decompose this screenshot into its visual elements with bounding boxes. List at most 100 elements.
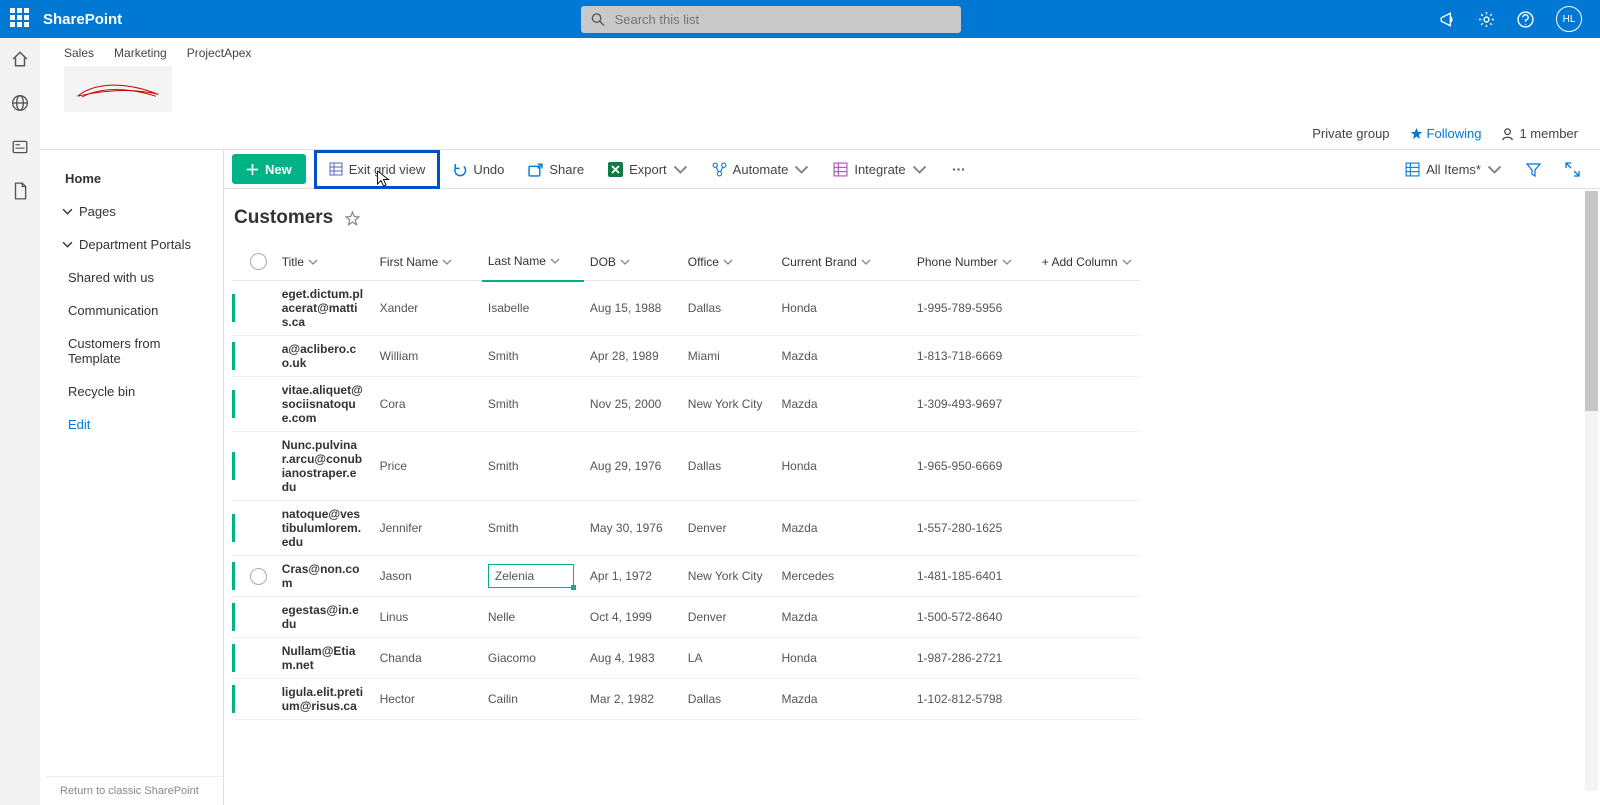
members-button[interactable]: 1 member: [1501, 126, 1578, 141]
cell-title[interactable]: Nullam@Etiam.net: [282, 644, 364, 672]
home-icon[interactable]: [11, 50, 29, 68]
cell-phone[interactable]: 1-557-280-1625: [911, 501, 1036, 556]
table-row[interactable]: eget.dictum.placerat@mattis.caXanderIsab…: [232, 281, 1140, 336]
gear-icon[interactable]: [1478, 11, 1495, 28]
cell-last[interactable]: Nelle: [482, 597, 584, 638]
cell-office[interactable]: Dallas: [682, 432, 776, 501]
cell-dob[interactable]: Apr 28, 1989: [584, 336, 682, 377]
nav-link[interactable]: Sales: [64, 46, 94, 60]
filter-button[interactable]: [1514, 150, 1553, 188]
cell-title[interactable]: vitae.aliquet@sociisnatoque.com: [282, 383, 364, 425]
cell-first[interactable]: Price: [374, 432, 482, 501]
nav-pages[interactable]: Pages: [46, 195, 223, 228]
cell-phone[interactable]: 1-309-493-9697: [911, 377, 1036, 432]
nav-link[interactable]: ProjectApex: [187, 46, 252, 60]
news-icon[interactable]: [11, 138, 29, 156]
help-icon[interactable]: [1517, 11, 1534, 28]
cell-brand[interactable]: Mazda: [775, 501, 910, 556]
share-button[interactable]: Share: [516, 150, 596, 188]
cell-phone[interactable]: 1-500-572-8640: [911, 597, 1036, 638]
cell-last[interactable]: Smith: [482, 501, 584, 556]
nav-dept-portals[interactable]: Department Portals: [46, 228, 223, 261]
table-row[interactable]: Nullam@Etiam.netChandaGiacomoAug 4, 1983…: [232, 638, 1140, 679]
cell-office[interactable]: Denver: [682, 501, 776, 556]
cell-title[interactable]: Cras@non.com: [282, 562, 364, 590]
col-first-name[interactable]: First Name: [374, 243, 482, 281]
table-row[interactable]: egestas@in.edu LinusNelleOct 4, 1999Denve…: [232, 597, 1140, 638]
avatar[interactable]: HL: [1556, 6, 1582, 32]
cell-dob[interactable]: Oct 4, 1999: [584, 597, 682, 638]
export-button[interactable]: Export: [596, 150, 700, 188]
globe-icon[interactable]: [11, 94, 29, 112]
app-name[interactable]: SharePoint: [43, 11, 122, 28]
cell-office[interactable]: LA: [682, 638, 776, 679]
table-row[interactable]: vitae.aliquet@sociisnatoque.comCoraSmith…: [232, 377, 1140, 432]
cell-last[interactable]: Smith: [482, 377, 584, 432]
cell-first[interactable]: Linus: [374, 597, 482, 638]
cell-office[interactable]: Dallas: [682, 281, 776, 336]
cell-office[interactable]: New York City: [682, 556, 776, 597]
col-current-brand[interactable]: Current Brand: [775, 243, 910, 281]
cell-title[interactable]: natoque@vestibulumlorem.edu: [282, 507, 364, 549]
cell-dob[interactable]: Aug 29, 1976: [584, 432, 682, 501]
cell-first[interactable]: Jennifer: [374, 501, 482, 556]
cell-last[interactable]: Smith: [482, 432, 584, 501]
table-row[interactable]: ligula.elit.pretium@risus.caHectorCailin…: [232, 679, 1140, 720]
cell-brand[interactable]: Mazda: [775, 336, 910, 377]
cell-dob[interactable]: Mar 2, 1982: [584, 679, 682, 720]
exit-grid-view-button[interactable]: Exit grid view: [314, 150, 441, 189]
cell-office[interactable]: New York City: [682, 377, 776, 432]
nav-home[interactable]: Home: [46, 162, 223, 195]
cell-office[interactable]: Dallas: [682, 679, 776, 720]
table-row[interactable]: a@aclibero.co.uk WilliamSmithApr 28, 1989…: [232, 336, 1140, 377]
integrate-button[interactable]: Integrate: [821, 150, 938, 188]
nav-shared[interactable]: Shared with us: [46, 261, 223, 294]
table-row[interactable]: Nunc.pulvinar.arcu@conubianostraper.eduP…: [232, 432, 1140, 501]
cell-first[interactable]: Jason: [374, 556, 482, 597]
table-row[interactable]: natoque@vestibulumlorem.eduJenniferSmith…: [232, 501, 1140, 556]
cell-brand[interactable]: Honda: [775, 638, 910, 679]
nav-customers-template[interactable]: Customers from Template: [46, 327, 223, 375]
col-office[interactable]: Office: [682, 243, 776, 281]
site-logo[interactable]: [64, 66, 172, 112]
cell-dob[interactable]: Nov 25, 2000: [584, 377, 682, 432]
cell-title[interactable]: ligula.elit.pretium@risus.ca: [282, 685, 364, 713]
cell-title[interactable]: egestas@in.edu: [282, 603, 364, 631]
cell-phone[interactable]: 1-102-812-5798: [911, 679, 1036, 720]
cell-first[interactable]: Hector: [374, 679, 482, 720]
cell-title[interactable]: Nunc.pulvinar.arcu@conubianostraper.edu: [282, 438, 364, 494]
select-all[interactable]: [250, 253, 267, 270]
cell-title[interactable]: eget.dictum.placerat@mattis.ca: [282, 287, 364, 329]
cell-first[interactable]: Cora: [374, 377, 482, 432]
file-icon[interactable]: [11, 182, 29, 200]
add-column[interactable]: + Add Column: [1036, 243, 1140, 281]
search-input[interactable]: [615, 12, 951, 27]
overflow-button[interactable]: [939, 150, 978, 188]
cell-phone[interactable]: 1-987-286-2721: [911, 638, 1036, 679]
nav-recycle-bin[interactable]: Recycle bin: [46, 375, 223, 408]
cell-first[interactable]: William: [374, 336, 482, 377]
col-title[interactable]: Title: [276, 243, 374, 281]
cell-dob[interactable]: Apr 1, 1972: [584, 556, 682, 597]
undo-button[interactable]: Undo: [440, 150, 516, 188]
megaphone-icon[interactable]: [1439, 11, 1456, 28]
cell-brand[interactable]: Mazda: [775, 597, 910, 638]
col-dob[interactable]: DOB: [584, 243, 682, 281]
view-selector[interactable]: All Items*: [1393, 150, 1514, 188]
following-button[interactable]: Following: [1410, 126, 1482, 141]
cell-last[interactable]: Giacomo: [482, 638, 584, 679]
cell-first[interactable]: Chanda: [374, 638, 482, 679]
cell-title[interactable]: a@aclibero.co.uk: [282, 342, 364, 370]
cell-dob[interactable]: Aug 15, 1988: [584, 281, 682, 336]
table-row[interactable]: Cras@non.comJasonZeleniaApr 1, 1972New Y…: [232, 556, 1140, 597]
scrollbar[interactable]: [1585, 191, 1598, 791]
cell-first[interactable]: Xander: [374, 281, 482, 336]
cell-last[interactable]: Isabelle: [482, 281, 584, 336]
cell-phone[interactable]: 1-995-789-5956: [911, 281, 1036, 336]
automate-button[interactable]: Automate: [700, 150, 822, 188]
cell-brand[interactable]: Mazda: [775, 679, 910, 720]
cell-last[interactable]: Smith: [482, 336, 584, 377]
cell-office[interactable]: Denver: [682, 597, 776, 638]
cell-brand[interactable]: Mercedes: [775, 556, 910, 597]
cell-brand[interactable]: Honda: [775, 281, 910, 336]
